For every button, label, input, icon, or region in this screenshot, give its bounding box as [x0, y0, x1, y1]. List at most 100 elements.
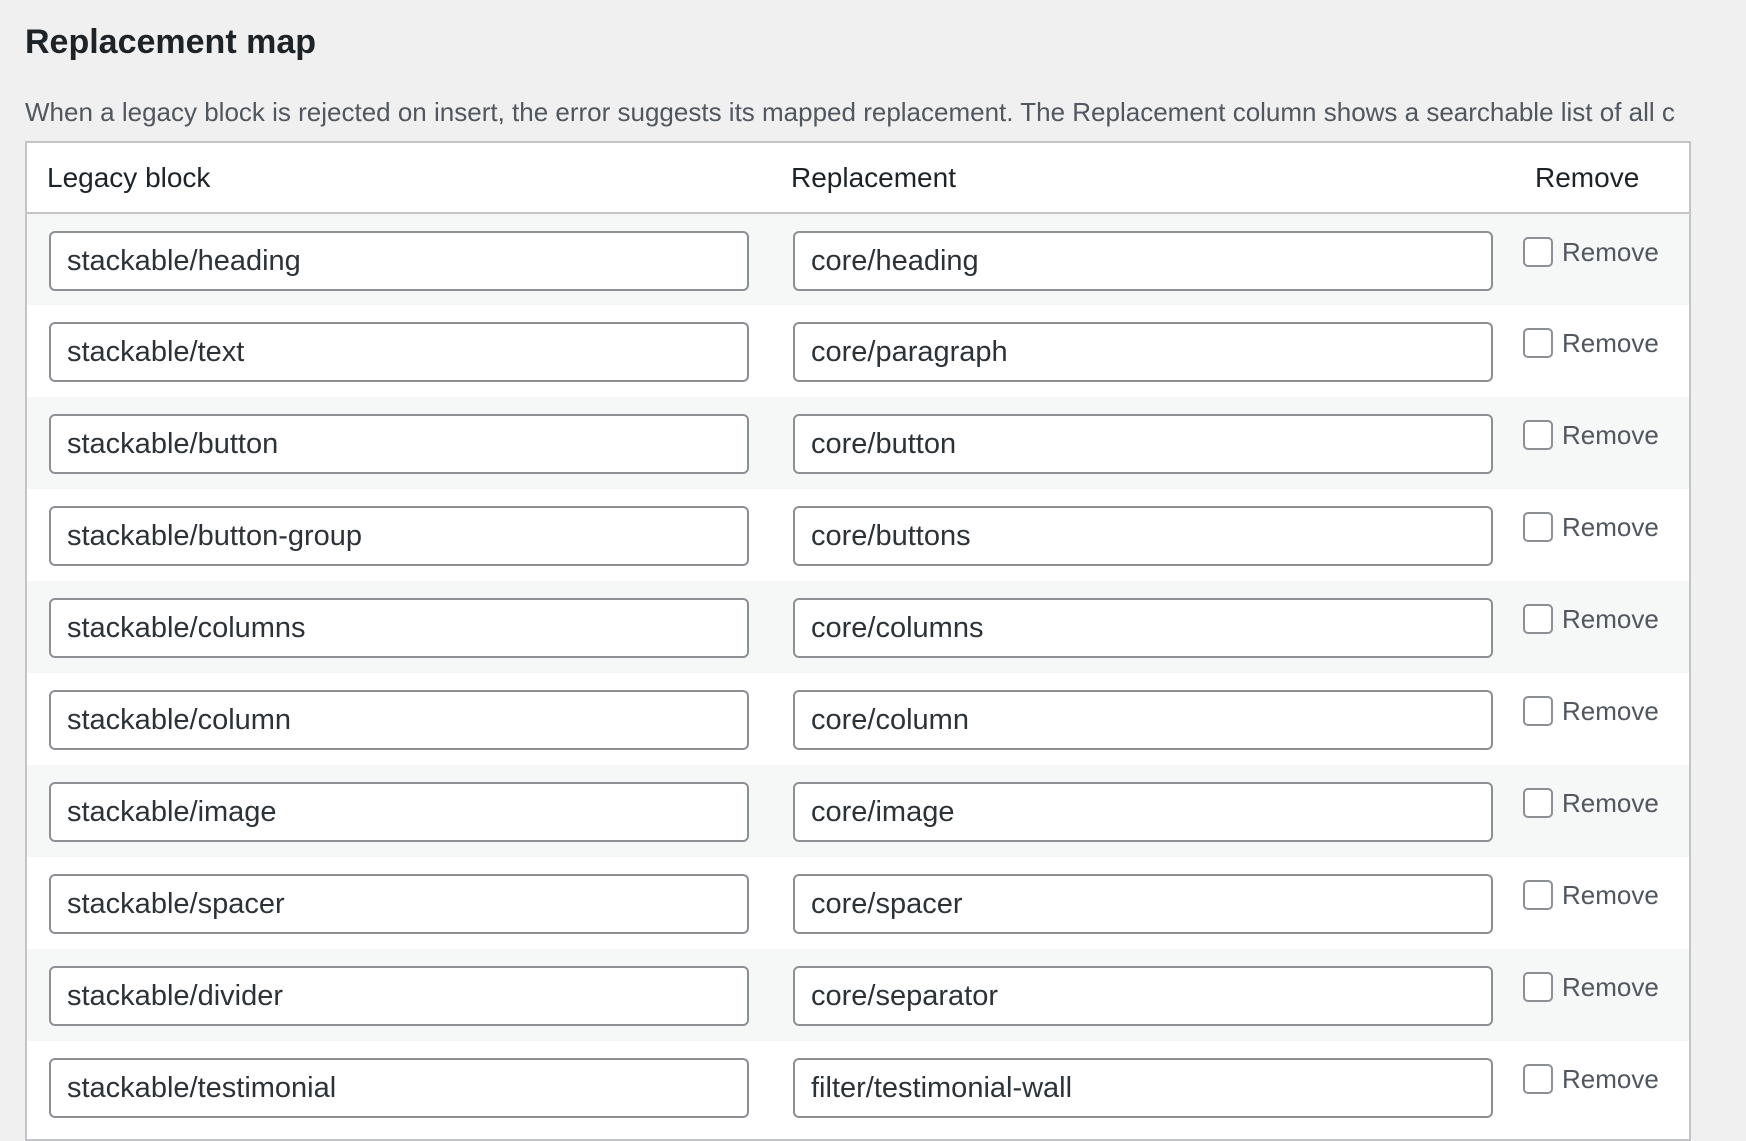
table-row: Remove — [27, 305, 1689, 397]
remove-cell: Remove — [1515, 489, 1689, 581]
legacy-cell — [27, 213, 771, 305]
remove-checkbox[interactable] — [1523, 696, 1553, 726]
replacement-input[interactable] — [793, 966, 1493, 1026]
legacy-cell — [27, 489, 771, 581]
replacement-cell — [771, 489, 1515, 581]
remove-checkbox[interactable] — [1523, 237, 1553, 267]
legacy-cell — [27, 949, 771, 1041]
remove-label[interactable]: Remove — [1562, 880, 1659, 911]
legacy-block-input[interactable] — [49, 874, 749, 934]
replacement-input[interactable] — [793, 322, 1493, 382]
legacy-cell — [27, 397, 771, 489]
remove-checkbox[interactable] — [1523, 972, 1553, 1002]
remove-label[interactable]: Remove — [1562, 1064, 1659, 1095]
legacy-cell — [27, 1041, 771, 1133]
remove-label[interactable]: Remove — [1562, 972, 1659, 1003]
column-header-remove: Remove — [1515, 143, 1689, 214]
remove-toggle[interactable]: Remove — [1523, 783, 1689, 823]
remove-cell: Remove — [1515, 397, 1689, 489]
table-row: Remove — [27, 949, 1689, 1041]
table-row: Remove — [27, 1041, 1689, 1133]
remove-label[interactable]: Remove — [1562, 788, 1659, 819]
remove-toggle[interactable]: Remove — [1523, 232, 1689, 272]
remove-label[interactable]: Remove — [1562, 420, 1659, 451]
replacement-cell — [771, 581, 1515, 673]
table-row: Remove — [27, 857, 1689, 949]
replacement-cell — [771, 949, 1515, 1041]
table-row: Remove — [27, 765, 1689, 857]
replacement-cell — [771, 765, 1515, 857]
column-header-remove-label: Remove — [1535, 161, 1640, 193]
table-row: Remove — [27, 213, 1689, 305]
remove-checkbox[interactable] — [1523, 328, 1553, 358]
remove-checkbox[interactable] — [1523, 604, 1553, 634]
replacement-cell — [771, 673, 1515, 765]
legacy-block-input[interactable] — [49, 966, 749, 1026]
remove-toggle[interactable]: Remove — [1523, 507, 1689, 547]
remove-cell: Remove — [1515, 581, 1689, 673]
remove-toggle[interactable]: Remove — [1523, 1059, 1689, 1099]
section-description: When a legacy block is rejected on inser… — [25, 97, 1675, 127]
legacy-block-input[interactable] — [49, 231, 749, 291]
legacy-block-input[interactable] — [49, 782, 749, 842]
legacy-cell — [27, 857, 771, 949]
page-title: Replacement map — [25, 23, 316, 61]
remove-checkbox[interactable] — [1523, 880, 1553, 910]
replacement-cell — [771, 1041, 1515, 1133]
replacement-input[interactable] — [793, 1058, 1493, 1118]
remove-toggle[interactable]: Remove — [1523, 875, 1689, 915]
legacy-block-input[interactable] — [49, 506, 749, 566]
table-row: Remove — [27, 397, 1689, 489]
remove-cell: Remove — [1515, 949, 1689, 1041]
legacy-cell — [27, 581, 771, 673]
remove-checkbox[interactable] — [1523, 788, 1553, 818]
column-header-legacy-block-label: Legacy block — [47, 161, 211, 193]
legacy-cell — [27, 305, 771, 397]
remove-toggle[interactable]: Remove — [1523, 967, 1689, 1007]
legacy-cell — [27, 765, 771, 857]
table-header-row: Legacy block Replacement Remove — [27, 143, 1689, 214]
remove-cell: Remove — [1515, 765, 1689, 857]
remove-label[interactable]: Remove — [1562, 328, 1659, 359]
remove-checkbox[interactable] — [1523, 420, 1553, 450]
replacement-cell — [771, 305, 1515, 397]
remove-cell: Remove — [1515, 305, 1689, 397]
replacement-input[interactable] — [793, 414, 1493, 474]
remove-toggle[interactable]: Remove — [1523, 691, 1689, 731]
remove-cell: Remove — [1515, 213, 1689, 305]
remove-cell: Remove — [1515, 673, 1689, 765]
remove-toggle[interactable]: Remove — [1523, 415, 1689, 455]
remove-label[interactable]: Remove — [1562, 237, 1659, 268]
legacy-block-input[interactable] — [49, 1058, 749, 1118]
legacy-block-input[interactable] — [49, 690, 749, 750]
legacy-block-input[interactable] — [49, 598, 749, 658]
replacement-input[interactable] — [793, 598, 1493, 658]
legacy-cell — [27, 673, 771, 765]
remove-label[interactable]: Remove — [1562, 512, 1659, 543]
remove-label[interactable]: Remove — [1562, 696, 1659, 727]
replacement-map-table: Legacy block Replacement Remove Remove R… — [25, 141, 1691, 1141]
remove-toggle[interactable]: Remove — [1523, 323, 1689, 363]
column-header-replacement-label: Replacement — [791, 161, 956, 193]
replacement-input[interactable] — [793, 874, 1493, 934]
replacement-cell — [771, 857, 1515, 949]
remove-toggle[interactable]: Remove — [1523, 599, 1689, 639]
replacement-input[interactable] — [793, 231, 1493, 291]
remove-label[interactable]: Remove — [1562, 604, 1659, 635]
replacement-input[interactable] — [793, 690, 1493, 750]
table-row: Remove — [27, 673, 1689, 765]
replacement-cell — [771, 397, 1515, 489]
legacy-block-input[interactable] — [49, 322, 749, 382]
remove-checkbox[interactable] — [1523, 1064, 1553, 1094]
table-row: Remove — [27, 581, 1689, 673]
column-header-legacy-block: Legacy block — [27, 143, 771, 214]
column-header-replacement: Replacement — [771, 143, 1515, 214]
remove-cell: Remove — [1515, 1041, 1689, 1133]
legacy-block-input[interactable] — [49, 414, 749, 474]
replacement-input[interactable] — [793, 506, 1493, 566]
remove-checkbox[interactable] — [1523, 512, 1553, 542]
remove-cell: Remove — [1515, 857, 1689, 949]
table-row: Remove — [27, 489, 1689, 581]
replacement-input[interactable] — [793, 782, 1493, 842]
replacement-cell — [771, 213, 1515, 305]
